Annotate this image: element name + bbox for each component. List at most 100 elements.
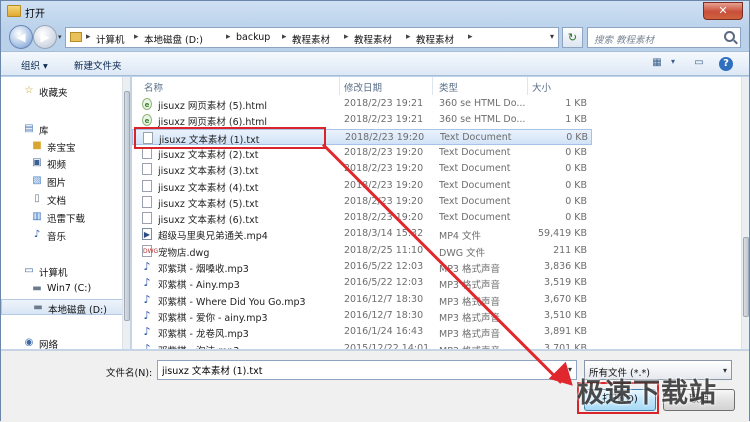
file-type: MP3 格式声音 bbox=[439, 280, 500, 292]
recent-locations-dropdown[interactable]: ▾ bbox=[58, 33, 62, 41]
file-size: 3,510 KB bbox=[544, 309, 587, 321]
sidebar-item-pictures[interactable]: ▧ 图片 bbox=[1, 173, 125, 189]
breadcrumb-folder-2[interactable]: 教程素材 bbox=[354, 32, 392, 46]
file-date: 2018/2/23 19:20 bbox=[344, 195, 424, 207]
file-date: 2018/2/23 19:20 bbox=[344, 212, 424, 224]
file-row[interactable]: ♪ 邓紫棋 - Ainy.mp3 2016/5/22 12:03 MP3 格式声音 3,… bbox=[132, 275, 592, 292]
file-date: 2016/1/24 16:43 bbox=[344, 326, 424, 338]
file-type: 360 se HTML Do... bbox=[439, 98, 526, 109]
close-button[interactable]: ✕ bbox=[703, 2, 743, 20]
sidebar-item-network[interactable]: ◉ 网络 bbox=[1, 335, 125, 351]
file-date: 2016/5/22 12:03 bbox=[344, 277, 424, 289]
breadcrumb-separator[interactable]: ▸ bbox=[86, 32, 91, 42]
sidebar-item-libraries[interactable]: ▤ 库 bbox=[1, 121, 125, 137]
network-icon: ◉ bbox=[24, 337, 34, 348]
file-row[interactable]: jisuxz 文本素材 (5).txt 2018/2/23 19:20 Text D… bbox=[132, 194, 592, 210]
file-row[interactable]: ▶ 超级马里奥兄弟通关.mp4 2018/3/14 15:32 MP4 文件 59,41… bbox=[132, 226, 592, 242]
file-name: jisuxz 文本素材 (6).txt bbox=[158, 215, 259, 227]
preview-pane-icon[interactable]: ▭ bbox=[691, 57, 707, 71]
back-button[interactable]: ◀ bbox=[9, 25, 33, 49]
file-row[interactable]: e jisuxz 网页素材 (6).html 2018/2/23 19:21 360 … bbox=[132, 112, 592, 128]
refresh-button[interactable]: ↻ bbox=[562, 27, 583, 48]
breadcrumb-separator[interactable]: ▸ bbox=[344, 32, 349, 42]
file-name: 邓紫棋 - Ainy.mp3 bbox=[158, 280, 240, 292]
view-icon[interactable]: ▦ bbox=[649, 57, 665, 71]
file-row[interactable]: jisuxz 文本素材 (6).txt 2018/2/23 19:20 Text D… bbox=[132, 210, 592, 226]
text-file-icon bbox=[142, 212, 152, 225]
search-icon[interactable] bbox=[724, 31, 735, 42]
sidebar-scrollbar[interactable] bbox=[122, 77, 130, 349]
breadcrumb-folder-3[interactable]: 教程素材 bbox=[416, 32, 454, 46]
sidebar-item-documents[interactable]: ▯ 文档 bbox=[1, 191, 125, 207]
help-icon[interactable]: ? bbox=[719, 57, 733, 71]
new-folder-button[interactable]: 新建文件夹 bbox=[74, 58, 122, 72]
sidebar-item-label: 收藏夹 bbox=[39, 88, 68, 99]
breadcrumb-backup[interactable]: backup bbox=[236, 32, 270, 43]
picture-icon: ▧ bbox=[32, 175, 42, 186]
breadcrumb-separator[interactable]: ▸ bbox=[282, 32, 287, 42]
sidebar-item-computer[interactable]: ▭ 计算机 bbox=[1, 263, 125, 279]
file-list-scrollbar-thumb[interactable] bbox=[743, 237, 749, 317]
file-name: 邓紫棋 - Where Did You Go.mp3 bbox=[158, 296, 306, 308]
sidebar-scrollbar-thumb[interactable] bbox=[124, 91, 130, 321]
audio-file-icon: ♪ bbox=[143, 260, 151, 273]
navigation-pane: ☆ 收藏夹 ▤ 库 ■ 亲宝宝 ▣ 视频 ▧ 图片 ▯ 文档 ▥ 迅雷下载 ♪ bbox=[1, 77, 131, 351]
html-file-icon: e bbox=[142, 114, 152, 127]
file-row[interactable]: DWG 宠物店.dwg 2018/2/25 11:10 DWG 文件 211 KB bbox=[132, 243, 592, 259]
file-name: jisuxz 文本素材 (3).txt bbox=[158, 166, 259, 178]
file-row[interactable]: ♪ 邓紫棋 - Where Did You Go.mp3 2016/12/7 18:… bbox=[132, 292, 592, 308]
audio-file-icon: ♪ bbox=[143, 276, 151, 290]
sidebar-item-favorites[interactable]: ☆ 收藏夹 bbox=[1, 83, 125, 99]
file-size: 0 KB bbox=[565, 146, 587, 158]
file-date: 2018/2/23 19:20 bbox=[345, 131, 425, 143]
audio-file-icon: ♪ bbox=[143, 325, 151, 339]
address-bar[interactable]: ▸ 计算机 ▸ 本地磁盘 (D:) ▸ backup ▸ 教程素材 ▸ 教程素材… bbox=[65, 27, 559, 48]
sidebar-item-drive-d[interactable]: ▬ 本地磁盘 (D:) bbox=[1, 299, 125, 316]
title-bar[interactable]: 打开 ✕ bbox=[1, 1, 749, 23]
chevron-down-icon[interactable]: ▾ bbox=[723, 366, 727, 375]
sidebar-item-label: 网络 bbox=[39, 340, 59, 351]
organize-button[interactable]: 组织 ▾ bbox=[21, 58, 48, 72]
drive-icon: ▬ bbox=[32, 283, 42, 294]
dwg-file-icon: DWG bbox=[142, 244, 158, 257]
column-divider[interactable] bbox=[432, 77, 433, 95]
breadcrumb-separator[interactable]: ▸ bbox=[468, 32, 473, 42]
highlight-box-selected-file bbox=[134, 127, 326, 149]
file-name: 宠物店.dwg bbox=[158, 247, 210, 259]
view-dropdown-icon[interactable]: ▾ bbox=[665, 57, 681, 71]
file-name: jisuxz 文本素材 (4).txt bbox=[158, 182, 259, 194]
address-dropdown[interactable]: ▾ bbox=[550, 32, 554, 41]
file-row[interactable]: jisuxz 文本素材 (3).txt 2018/2/23 19:20 Text D… bbox=[132, 161, 592, 177]
breadcrumb-separator[interactable]: ▸ bbox=[226, 32, 231, 42]
column-divider[interactable] bbox=[527, 77, 528, 95]
search-box[interactable]: 搜索 教程素材 bbox=[587, 27, 741, 48]
sidebar-item-label: 库 bbox=[39, 126, 49, 137]
file-row[interactable]: e jisuxz 网页素材 (5).html 2018/2/23 19:21 360 … bbox=[132, 96, 592, 112]
sidebar-item-thunder-downloads[interactable]: ▥ 迅雷下载 bbox=[1, 209, 125, 225]
file-row[interactable]: ♪ 邓紫琪 - 烟嗓收.mp3 2016/5/22 12:03 MP3 格式声音 3,8… bbox=[132, 259, 592, 276]
filename-input[interactable] bbox=[158, 361, 558, 379]
file-size: 3,670 KB bbox=[544, 293, 587, 305]
breadcrumb-folder-1[interactable]: 教程素材 bbox=[292, 32, 330, 46]
breadcrumb-computer[interactable]: 计算机 bbox=[96, 32, 125, 46]
file-type: Text Document bbox=[439, 179, 511, 191]
filename-combobox[interactable]: ▾ bbox=[157, 360, 577, 380]
breadcrumb-drive-d[interactable]: 本地磁盘 (D:) bbox=[144, 32, 203, 46]
sidebar-item-drive-c[interactable]: ▬ Win7 (C:) bbox=[1, 281, 125, 297]
sidebar-item-qinbaobao[interactable]: ■ 亲宝宝 bbox=[1, 138, 125, 154]
sidebar-item-videos[interactable]: ▣ 视频 bbox=[1, 155, 125, 171]
music-icon: ♪ bbox=[33, 229, 41, 240]
column-divider[interactable] bbox=[339, 77, 340, 95]
breadcrumb-separator[interactable]: ▸ bbox=[406, 32, 411, 42]
file-date: 2018/2/23 19:21 bbox=[344, 114, 424, 126]
file-row[interactable]: ♪ 邓紫棋 - 龙卷风.mp3 2016/1/24 16:43 MP3 格式声音 3,8… bbox=[132, 324, 592, 341]
file-size: 0 KB bbox=[565, 179, 587, 191]
file-row[interactable]: ♪ 邓紫棋 - 爱你 - ainy.mp3 2016/12/7 18:30 MP3 格… bbox=[132, 308, 592, 324]
navigation-bar: ◀ ▶ ▾ ▸ 计算机 ▸ 本地磁盘 (D:) ▸ backup ▸ 教程素材 … bbox=[1, 23, 749, 51]
folder-icon bbox=[70, 32, 82, 42]
forward-button[interactable]: ▶ bbox=[33, 25, 57, 49]
file-list-scrollbar[interactable] bbox=[741, 77, 749, 349]
sidebar-item-music[interactable]: ♪ 音乐 bbox=[1, 227, 125, 243]
breadcrumb-separator[interactable]: ▸ bbox=[134, 32, 139, 42]
file-size: 211 KB bbox=[553, 244, 587, 256]
